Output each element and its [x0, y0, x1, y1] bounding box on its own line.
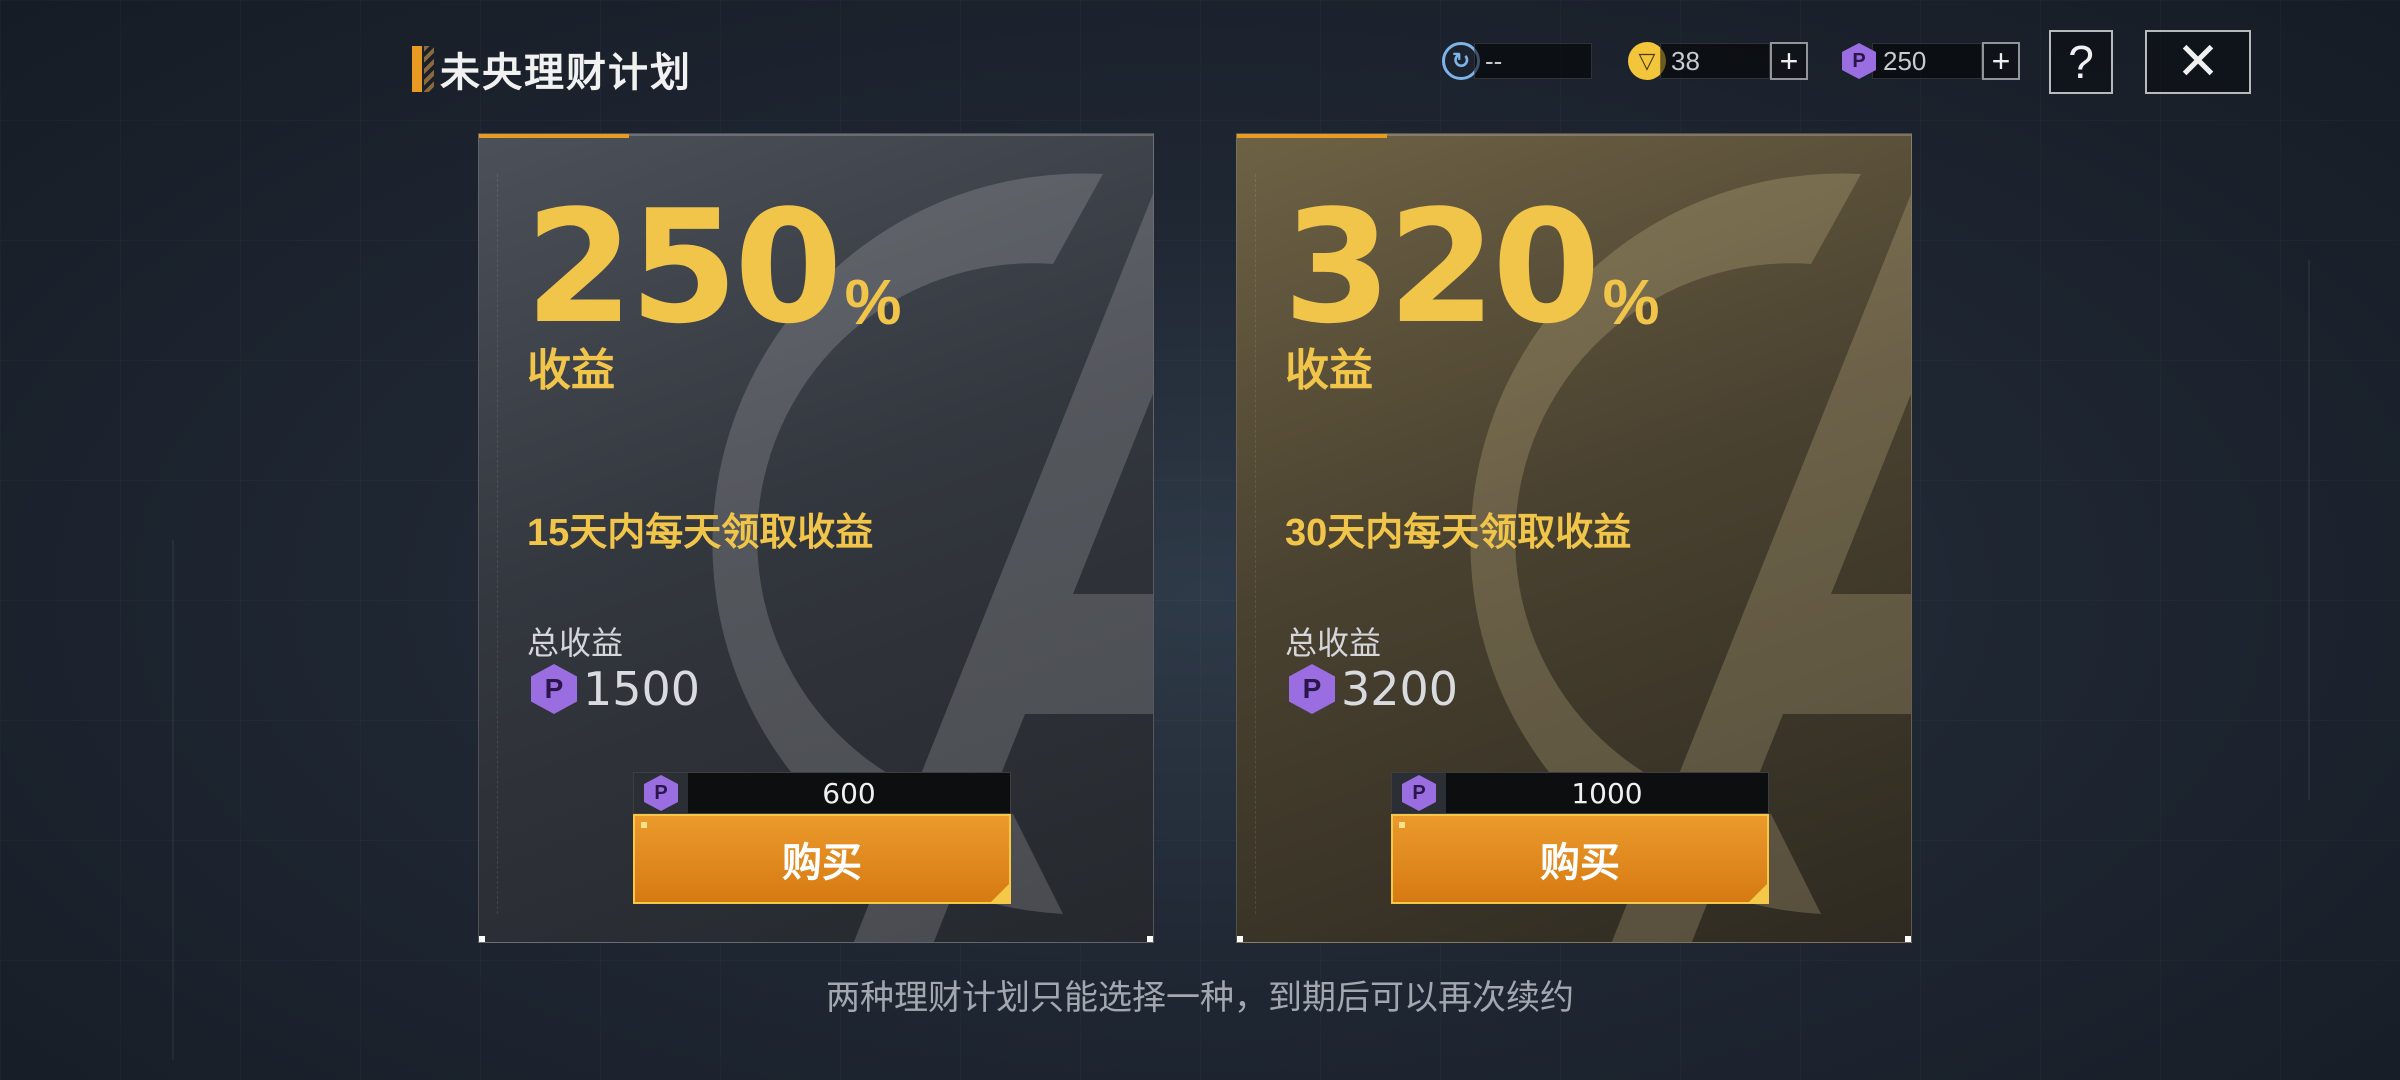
button-corner-dot: [1399, 822, 1405, 828]
title-stripes: [424, 46, 434, 92]
plan-yield-percent: 320 %: [1283, 189, 1660, 345]
title-accent-bar: [412, 46, 422, 92]
daily-claim-text: 15天内每天领取收益: [527, 512, 874, 554]
currency-p: P 250 +: [1840, 42, 2020, 80]
currency-refresh-value: --: [1474, 43, 1592, 79]
question-icon: ?: [2068, 36, 2094, 88]
card-top-accent: [479, 134, 629, 138]
buy-button-label: 购买: [1540, 841, 1620, 885]
card-side-deco: [497, 174, 503, 914]
price-icon-box: P: [634, 773, 688, 813]
currency-gold: ▽ 38 +: [1628, 42, 1808, 80]
currency-refresh: ↻ --: [1442, 42, 1592, 80]
add-p-coin-button[interactable]: +: [1982, 42, 2020, 80]
price-bar: P 600: [633, 772, 1011, 814]
page-title: 未央理财计划: [440, 51, 692, 95]
card-side-deco: [1255, 174, 1261, 914]
percent-value: 320: [1283, 176, 1601, 358]
daily-claim-text: 30天内每天领取收益: [1285, 512, 1632, 554]
price-bar: P 1000: [1391, 772, 1769, 814]
total-yield-row: P 1500: [531, 662, 700, 716]
total-yield-label: 总收益: [527, 625, 624, 661]
p-coin-icon: P: [644, 775, 678, 811]
card-corner: [1237, 936, 1243, 942]
card-corner: [1147, 936, 1153, 942]
help-button[interactable]: ?: [2049, 30, 2113, 94]
page-header: 未央理财计划: [412, 40, 692, 98]
yield-label: 收益: [527, 346, 615, 395]
buy-button[interactable]: 购买: [1391, 814, 1769, 904]
currency-gold-value: 38: [1660, 43, 1770, 79]
p-coin-icon: P: [1402, 775, 1436, 811]
total-yield-label: 总收益: [1285, 625, 1382, 661]
percent-sign: %: [1602, 266, 1660, 338]
currency-p-value: 250: [1872, 43, 1982, 79]
close-icon: ✕: [2176, 33, 2220, 91]
button-corner-dot: [641, 822, 647, 828]
percent-sign: %: [844, 266, 902, 338]
price-value: 600: [822, 776, 876, 810]
buy-button[interactable]: 购买: [633, 814, 1011, 904]
footer-note: 两种理财计划只能选择一种，到期后可以再次续约: [826, 979, 1574, 1017]
price-icon-box: P: [1392, 773, 1446, 813]
p-coin-icon: P: [531, 664, 577, 714]
percent-value: 250: [525, 176, 843, 358]
close-button[interactable]: ✕: [2145, 30, 2251, 94]
card-corner: [1905, 936, 1911, 942]
p-coin-icon: P: [1289, 664, 1335, 714]
yield-label: 收益: [1285, 346, 1373, 395]
background-scale-right: [2280, 260, 2310, 800]
plan-card-2: 320 % 收益 30天内每天领取收益 总收益 P 3200 P 1000 购买: [1236, 133, 1912, 943]
card-corner: [479, 936, 485, 942]
plan-yield-percent: 250 %: [525, 189, 902, 345]
buy-button-label: 购买: [782, 841, 862, 885]
total-yield-row: P 3200: [1289, 662, 1458, 716]
card-top-accent: [1237, 134, 1387, 138]
total-yield-value: 3200: [1341, 662, 1459, 716]
plan-card-1: 250 % 收益 15天内每天领取收益 总收益 P 1500 P 600 购买: [478, 133, 1154, 943]
add-gold-button[interactable]: +: [1770, 42, 1808, 80]
background-grid: [0, 0, 2400, 1080]
price-value: 1000: [1571, 776, 1643, 810]
total-yield-value: 1500: [583, 662, 701, 716]
